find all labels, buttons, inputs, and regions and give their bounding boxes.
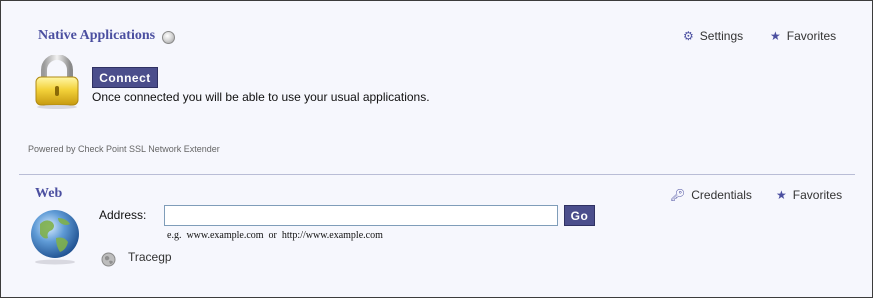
address-input[interactable]: [164, 205, 558, 226]
globe-icon: [31, 210, 79, 265]
connect-button[interactable]: Connect: [92, 67, 158, 88]
native-settings-link[interactable]: ⚙ Settings: [683, 29, 743, 43]
native-applications-title: Native Applications: [38, 28, 156, 43]
key-icon: 🔑︎: [670, 188, 686, 202]
native-favorites-link[interactable]: ★ Favorites: [770, 29, 836, 43]
native-favorites-label: Favorites: [786, 29, 837, 43]
web-favorites-label: Favorites: [792, 188, 843, 202]
star-icon: ★: [770, 29, 781, 43]
web-favorites-link[interactable]: ★ Favorites: [776, 188, 842, 202]
connect-message: Once connected you will be able to use y…: [92, 90, 430, 104]
web-title: Web: [35, 186, 63, 201]
go-button[interactable]: Go: [564, 205, 595, 226]
powered-by-text: Powered by Check Point SSL Network Exten…: [28, 144, 220, 154]
star-icon: ★: [776, 188, 787, 202]
gear-icon: ⚙: [683, 29, 694, 43]
globe-icon: [101, 252, 116, 267]
native-settings-label: Settings: [699, 29, 744, 43]
bookmark-item[interactable]: Tracegp: [101, 250, 221, 268]
address-hint: e.g. www.example.com or http://www.examp…: [167, 230, 383, 241]
portal-panel: Native Applications ⚙ Settings ★ Favorit…: [0, 0, 873, 298]
padlock-icon: [35, 55, 79, 109]
connection-status-icon: [162, 31, 175, 44]
web-credentials-label: Credentials: [691, 188, 752, 202]
web-credentials-link[interactable]: 🔑︎ Credentials: [670, 188, 752, 202]
section-divider: [19, 174, 855, 175]
bookmark-label: Tracegp: [128, 250, 172, 264]
address-label: Address:: [99, 208, 147, 222]
